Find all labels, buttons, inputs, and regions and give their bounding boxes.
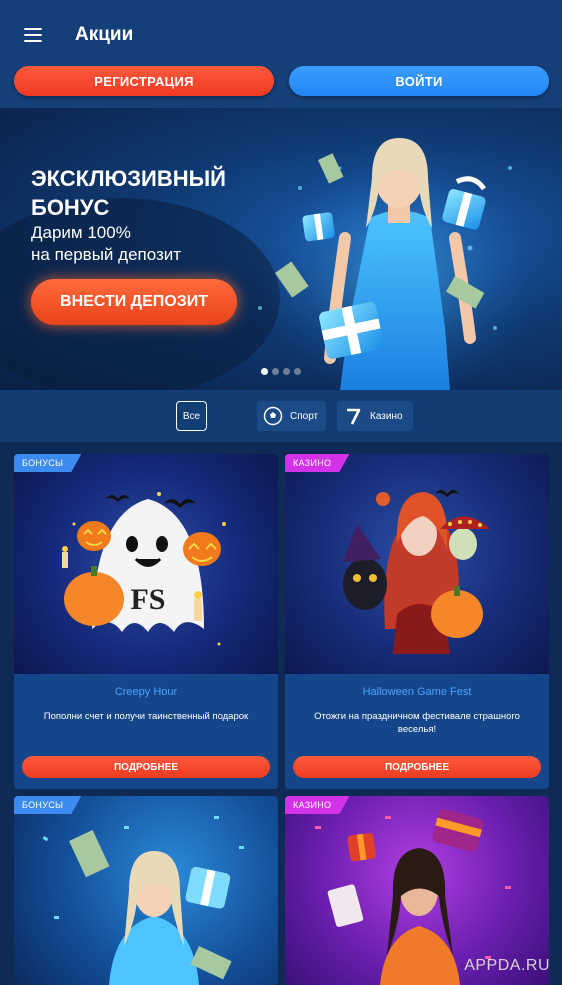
promo-banner[interactable]: ЭКСКЛЮЗИВНЫЙ БОНУС Дарим 100% на первый … [0,108,562,390]
carousel-dot[interactable] [294,368,301,375]
promo-card[interactable]: FS БОНУСЫ Creepy Hour Пополни счет и пол… [14,454,278,789]
banner-subtitle: Дарим 100% на первый депозит [31,222,181,266]
hamburger-menu-icon[interactable] [24,28,42,42]
category-tag: БОНУСЫ [14,454,81,472]
deposit-button[interactable]: ВНЕСТИ ДЕПОЗИТ [31,279,237,325]
carousel-dot[interactable] [261,368,268,375]
promo-card-description: Отожги на праздничном фестивале страшног… [314,711,520,735]
ghost-fs-label: FS [130,583,165,616]
filter-all[interactable]: Все [176,401,207,431]
banner-title: ЭКСКЛЮЗИВНЫЙ БОНУС [31,166,226,220]
carousel-dot[interactable] [283,368,290,375]
details-button[interactable]: ПОДРОБНЕЕ [293,756,541,778]
filter-sport-label: Спорт [290,410,319,422]
banner-subtitle-line2: на первый депозит [31,245,182,264]
filter-casino-label: Казино [370,410,403,422]
category-tag: КАЗИНО [285,796,349,814]
promo-card-image: FS [14,454,278,674]
watermark: APPDA.RU [464,957,550,974]
details-button[interactable]: ПОДРОБНЕЕ [22,756,270,778]
promo-card-image [14,796,278,985]
category-filter-bar: Все Спорт Казино [0,390,562,442]
promo-card-title[interactable]: Creepy Hour [14,686,278,698]
register-button[interactable]: РЕГИСТРАЦИЯ [14,66,274,96]
seven-icon [342,405,364,427]
promo-card-description: Пополни счет и получи таинственный подар… [43,711,249,722]
halloween-characters-artwork [343,490,490,654]
carousel-dot[interactable] [272,368,279,375]
promo-card[interactable]: БОНУСЫ [14,796,278,985]
page-title: Акции [75,24,134,45]
category-tag: БОНУСЫ [14,796,81,814]
banner-subtitle-line1: Дарим 100% [31,223,131,242]
soccer-ball-icon [262,405,284,427]
app-header: Акции РЕГИСТРАЦИЯ ВОЙТИ [0,0,562,108]
promo-card[interactable]: КАЗИНО Halloween Game Fest Отожги на пра… [285,454,549,789]
category-tag: КАЗИНО [285,454,349,472]
ghost-pumpkins-artwork: FS [62,492,226,646]
filter-sport[interactable]: Спорт [257,401,326,431]
promo-card-title[interactable]: Halloween Game Fest [285,686,549,698]
promo-card-image [285,454,549,674]
woman-gifts-artwork [42,816,244,985]
filter-casino[interactable]: Казино [337,401,413,431]
login-button[interactable]: ВОЙТИ [289,66,549,96]
carousel-dots [261,368,301,375]
